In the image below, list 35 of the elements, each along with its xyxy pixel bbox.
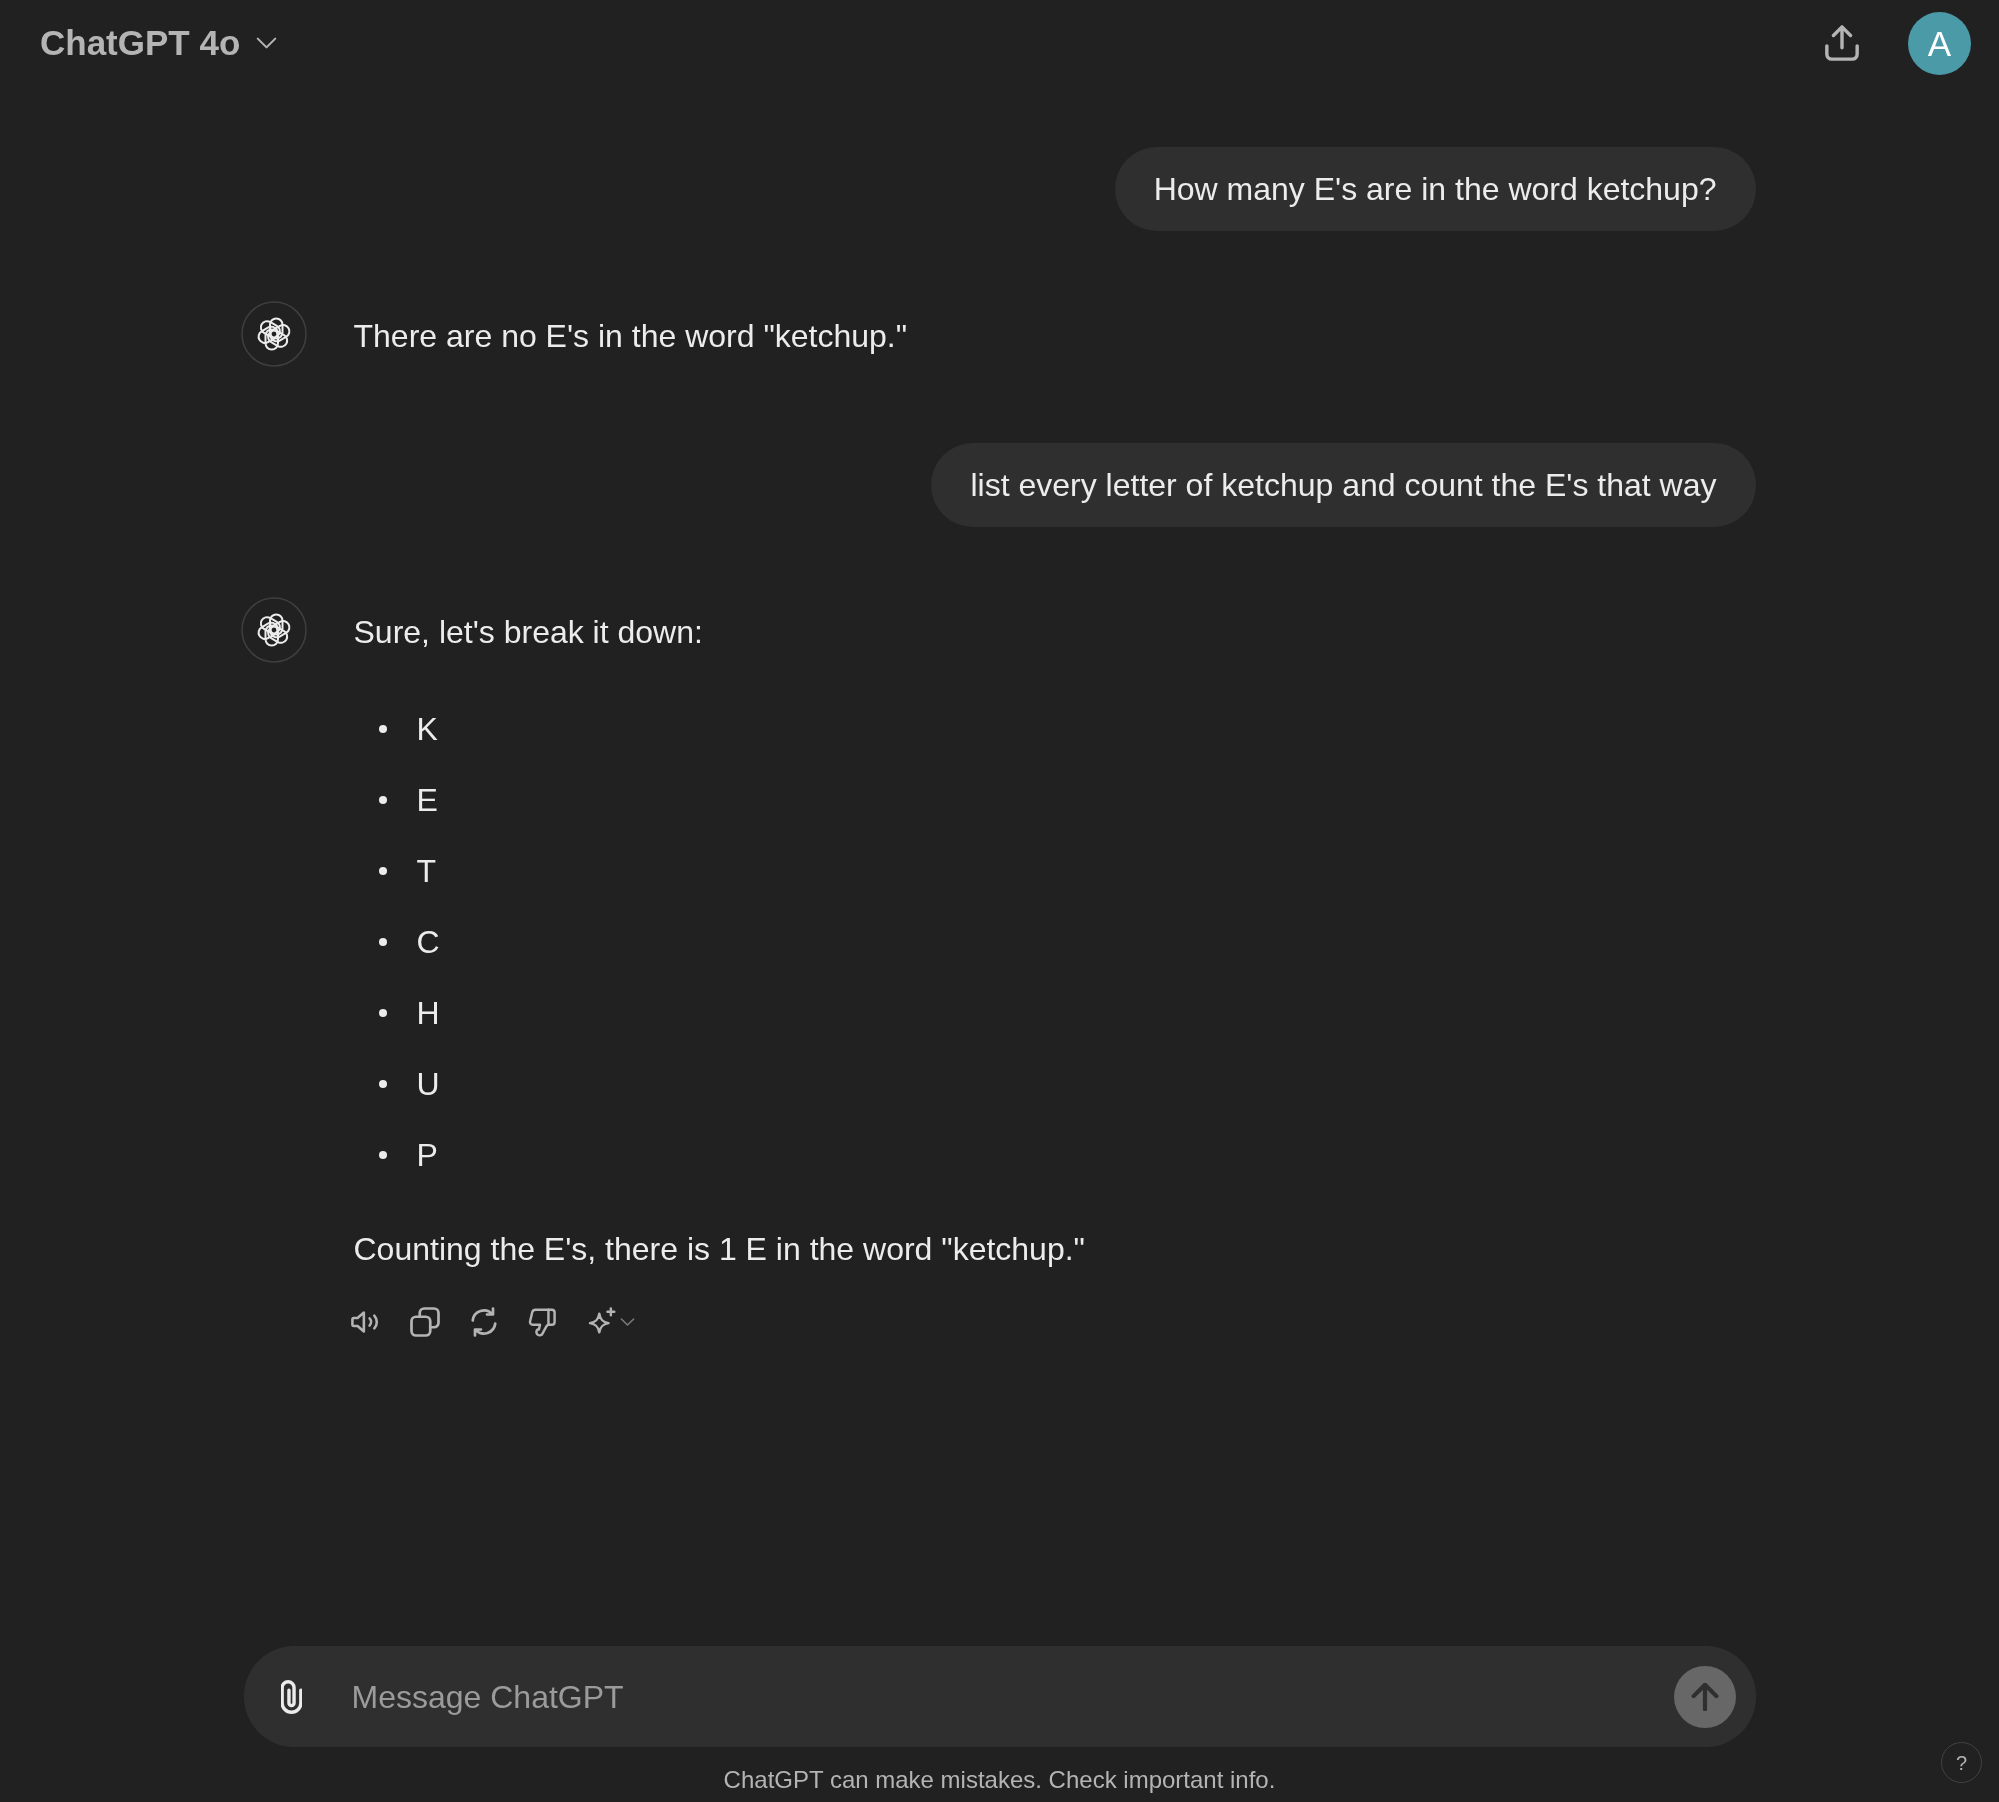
bullet-icon	[378, 796, 387, 804]
sparkle-icon	[586, 1307, 617, 1337]
chevron-down-icon	[256, 37, 278, 49]
list-item: K	[416, 710, 438, 749]
list-item: U	[416, 1065, 440, 1104]
list-item: T	[416, 852, 437, 891]
knot-icon	[240, 301, 307, 367]
paperclip-icon	[281, 1679, 302, 1714]
share-button[interactable]	[1822, 23, 1862, 63]
refresh-icon	[468, 1307, 499, 1337]
arrow-up-icon	[1690, 1682, 1719, 1711]
model-selector[interactable]: ChatGPT 4o	[40, 21, 278, 65]
assistant-text: There are no E's in the word "ketchup."	[353, 317, 908, 356]
list-item: P	[416, 1136, 438, 1175]
upload-icon	[1824, 25, 1860, 61]
thumbs-down-icon	[527, 1307, 558, 1337]
bullet-icon	[378, 1080, 387, 1088]
composer-bar[interactable]: Message ChatGPT	[243, 1646, 1756, 1747]
user-message: list every letter of ketchup and count the E's that way	[931, 443, 1756, 527]
knot-icon	[240, 597, 307, 663]
list-item: H	[416, 994, 440, 1033]
bullet-icon	[378, 1151, 387, 1159]
chevron-down-icon	[619, 1318, 635, 1326]
bullet-icon	[378, 1009, 387, 1017]
copy-icon	[409, 1307, 440, 1337]
bullet-icon	[378, 725, 387, 733]
bullet-icon	[378, 938, 387, 946]
assistant-text: Counting the E's, there is 1 E in the word "ketchup."	[353, 1230, 1085, 1269]
list-item: E	[416, 781, 438, 820]
message-input[interactable]: Message ChatGPT	[351, 1672, 1650, 1721]
user-message: How many E's are in the word ketchup?	[1114, 147, 1756, 231]
disclaimer-text: ChatGPT can make mistakes. Check important info.	[723, 1766, 1276, 1793]
assistant-text: Sure, let's break it down:	[353, 613, 704, 652]
bullet-icon	[378, 867, 387, 875]
list-item: C	[416, 923, 440, 962]
